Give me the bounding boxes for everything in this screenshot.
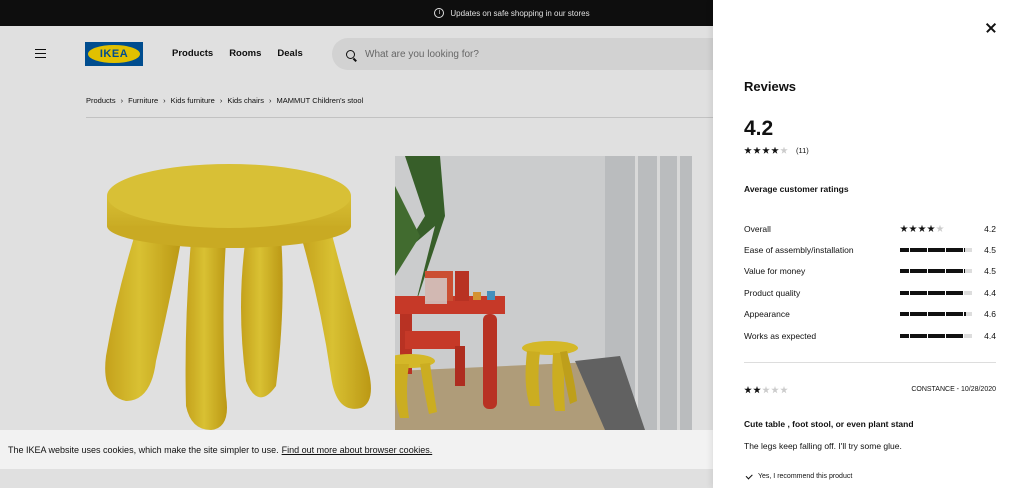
star-icon — [927, 224, 935, 232]
star-icon — [753, 146, 761, 154]
star-rating — [900, 224, 944, 233]
star-icon — [780, 386, 788, 394]
recommendation: Yes, I recommend this product — [745, 472, 853, 480]
rating-row: Overall 4.2 — [744, 218, 996, 239]
rating-row: Appearance 4.6 — [744, 304, 996, 325]
star-icon — [900, 224, 908, 232]
rating-value: 4.5 — [984, 245, 996, 256]
average-score: 4.2 — [744, 117, 774, 140]
divider — [744, 362, 996, 363]
rating-breakdown: Overall 4.2 Ease of assembly/installatio… — [744, 218, 996, 346]
rating-row: Ease of assembly/installation 4.5 — [744, 239, 996, 260]
review-title: Cute table , foot stool, or even plant s… — [744, 419, 914, 429]
rating-bar — [900, 290, 972, 295]
rating-bar — [900, 333, 972, 338]
rating-row: Product quality 4.4 — [744, 282, 996, 303]
rating-summary[interactable]: (11) — [744, 146, 809, 155]
star-icon — [744, 386, 752, 394]
cookie-link[interactable]: Find out more about browser cookies. — [282, 445, 433, 455]
review-star-rating — [744, 386, 788, 394]
star-icon — [744, 146, 752, 154]
average-ratings-heading: Average customer ratings — [744, 184, 849, 194]
cookie-text: The IKEA website uses cookies, which mak… — [8, 444, 279, 455]
rating-label: Value for money — [744, 266, 806, 277]
star-icon — [771, 386, 779, 394]
rating-value: 4.5 — [984, 266, 996, 277]
star-icon — [936, 224, 944, 232]
rating-row: Value for money 4.5 — [744, 261, 996, 282]
star-icon — [762, 146, 770, 154]
rating-bar — [900, 269, 972, 274]
panel-title: Reviews — [744, 79, 797, 94]
star-icon — [753, 386, 761, 394]
modal-backdrop[interactable] — [0, 0, 713, 488]
star-icon — [780, 146, 788, 154]
cookie-banner: The IKEA website uses cookies, which mak… — [0, 430, 713, 469]
star-icon — [918, 224, 926, 232]
recommendation-text: Yes, I recommend this product — [758, 473, 853, 480]
reviews-panel: Reviews 4.2 (11) Average customer rating… — [713, 0, 1024, 488]
review-count: (11) — [796, 146, 809, 155]
rating-value: 4.2 — [984, 223, 996, 234]
review-body: The legs keep falling off. I'll try some… — [744, 441, 902, 451]
rating-row: Works as expected 4.4 — [744, 325, 996, 346]
check-icon — [745, 472, 753, 479]
rating-bar — [900, 248, 972, 253]
rating-label: Overall — [744, 223, 771, 234]
close-icon[interactable] — [983, 20, 999, 36]
star-icon — [909, 224, 917, 232]
rating-label: Product quality — [744, 287, 801, 298]
star-icon — [762, 386, 770, 394]
rating-label: Ease of assembly/installation — [744, 245, 854, 256]
rating-label: Appearance — [744, 309, 790, 320]
rating-value: 4.6 — [984, 309, 996, 320]
rating-bar — [900, 312, 972, 317]
rating-value: 4.4 — [984, 330, 996, 341]
review-author: CONSTANCE - 10/28/2020 — [911, 386, 996, 393]
star-rating — [744, 146, 788, 155]
rating-value: 4.4 — [984, 287, 996, 298]
rating-label: Works as expected — [744, 330, 817, 341]
star-icon — [771, 146, 779, 154]
